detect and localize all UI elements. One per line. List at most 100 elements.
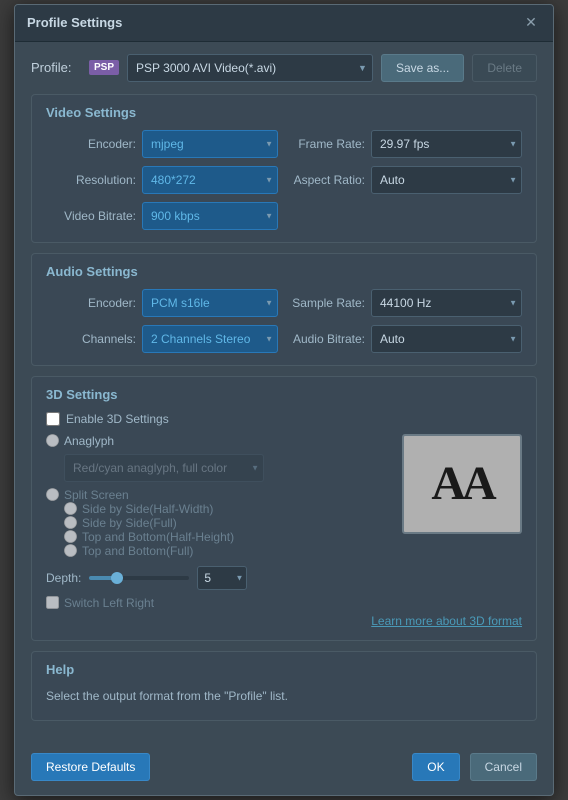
enable-3d-label[interactable]: Enable 3D Settings: [66, 412, 169, 426]
restore-defaults-button[interactable]: Restore Defaults: [31, 753, 150, 781]
side-by-side-half-label[interactable]: Side by Side(Half-Width): [82, 502, 213, 516]
audio-encoder-label: Encoder:: [46, 296, 136, 310]
profile-select[interactable]: PSP 3000 AVI Video(*.avi): [127, 54, 373, 82]
video-settings-grid: Encoder: mjpeg Frame Rate: 29.97 fps: [46, 130, 522, 230]
title-bar: Profile Settings ✕: [15, 5, 553, 42]
video-bitrate-select[interactable]: 900 kbps: [142, 202, 278, 230]
profile-badge: PSP: [89, 60, 119, 75]
split-screen-label[interactable]: Split Screen: [64, 488, 129, 502]
side-by-side-half-radio[interactable]: [64, 502, 77, 515]
3d-left-panel: Anaglyph Red/cyan anaglyph, full color S…: [46, 434, 390, 610]
top-bottom-half-label[interactable]: Top and Bottom(Half-Height): [82, 530, 234, 544]
preview-text: AA: [431, 456, 492, 511]
resolution-select-wrapper: 480*272: [142, 166, 278, 194]
cancel-button[interactable]: Cancel: [470, 753, 537, 781]
depth-input-wrapper: [197, 566, 247, 590]
learn-more-link[interactable]: Learn more about 3D format: [371, 614, 522, 628]
depth-slider[interactable]: [89, 576, 189, 580]
side-by-side-full-label[interactable]: Side by Side(Full): [82, 516, 177, 530]
anaglyph-label[interactable]: Anaglyph: [64, 434, 114, 448]
help-section: Help Select the output format from the "…: [31, 651, 537, 721]
split-screen-options: Side by Side(Half-Width) Side by Side(Fu…: [46, 502, 390, 558]
depth-input[interactable]: [197, 566, 247, 590]
anaglyph-radio-row: Anaglyph: [46, 434, 390, 448]
video-bitrate-select-wrapper: 900 kbps: [142, 202, 278, 230]
split-screen-radio[interactable]: [46, 488, 59, 501]
audio-section-title: Audio Settings: [46, 264, 522, 279]
top-bottom-full-label[interactable]: Top and Bottom(Full): [82, 544, 193, 558]
switch-left-right-checkbox[interactable]: [46, 596, 59, 609]
dialog-content: Profile: PSP PSP 3000 AVI Video(*.avi) S…: [15, 42, 553, 743]
anaglyph-select-wrapper: Red/cyan anaglyph, full color: [64, 454, 264, 482]
frame-rate-field: Frame Rate: 29.97 fps: [290, 130, 522, 158]
sample-rate-select-wrapper: 44100 Hz: [371, 289, 522, 317]
audio-encoder-select[interactable]: PCM s16le: [142, 289, 278, 317]
channels-label: Channels:: [46, 332, 136, 346]
video-bitrate-field: Video Bitrate: 900 kbps: [46, 202, 278, 230]
encoder-label: Encoder:: [46, 137, 136, 151]
aspect-ratio-select-wrapper: Auto: [371, 166, 522, 194]
3d-section-title: 3D Settings: [46, 387, 522, 402]
anaglyph-select-row: Red/cyan anaglyph, full color: [46, 454, 390, 482]
enable-3d-row: Enable 3D Settings: [46, 412, 522, 426]
aspect-ratio-field: Aspect Ratio: Auto: [290, 166, 522, 194]
bottom-bar: Restore Defaults OK Cancel: [15, 743, 553, 795]
help-text: Select the output format from the "Profi…: [46, 687, 522, 706]
close-button[interactable]: ✕: [521, 13, 541, 33]
learn-more-row: Learn more about 3D format: [46, 614, 522, 628]
3d-settings-section: 3D Settings Enable 3D Settings Anaglyph: [31, 376, 537, 641]
sample-rate-select[interactable]: 44100 Hz: [371, 289, 522, 317]
aspect-ratio-select[interactable]: Auto: [371, 166, 522, 194]
audio-settings-section: Audio Settings Encoder: PCM s16le Sample…: [31, 253, 537, 366]
top-bottom-half-radio[interactable]: [64, 530, 77, 543]
encoder-select-wrapper: mjpeg: [142, 130, 278, 158]
sample-rate-field: Sample Rate: 44100 Hz: [290, 289, 522, 317]
audio-bitrate-select-wrapper: Auto: [371, 325, 522, 353]
switch-left-right-row: Switch Left Right: [46, 596, 390, 610]
top-bottom-full-row: Top and Bottom(Full): [64, 544, 390, 558]
profile-label: Profile:: [31, 60, 81, 75]
channels-field: Channels: 2 Channels Stereo: [46, 325, 278, 353]
top-bottom-half-row: Top and Bottom(Half-Height): [64, 530, 390, 544]
help-section-title: Help: [46, 662, 522, 677]
sample-rate-label: Sample Rate:: [290, 296, 365, 310]
enable-3d-checkbox[interactable]: [46, 412, 60, 426]
depth-label: Depth:: [46, 571, 81, 585]
ok-button[interactable]: OK: [412, 753, 459, 781]
video-bitrate-label: Video Bitrate:: [46, 209, 136, 223]
audio-settings-grid: Encoder: PCM s16le Sample Rate: 44100 Hz: [46, 289, 522, 353]
frame-rate-label: Frame Rate:: [290, 137, 365, 151]
delete-button[interactable]: Delete: [472, 54, 537, 82]
switch-left-right-label[interactable]: Switch Left Right: [64, 596, 154, 610]
3d-preview-box: AA: [402, 434, 522, 534]
aspect-ratio-label: Aspect Ratio:: [290, 173, 365, 187]
top-bottom-full-radio[interactable]: [64, 544, 77, 557]
frame-rate-select-wrapper: 29.97 fps: [371, 130, 522, 158]
channels-select-wrapper: 2 Channels Stereo: [142, 325, 278, 353]
side-by-side-half-row: Side by Side(Half-Width): [64, 502, 390, 516]
side-by-side-full-row: Side by Side(Full): [64, 516, 390, 530]
resolution-label: Resolution:: [46, 173, 136, 187]
audio-encoder-field: Encoder: PCM s16le: [46, 289, 278, 317]
audio-bitrate-select[interactable]: Auto: [371, 325, 522, 353]
frame-rate-select[interactable]: 29.97 fps: [371, 130, 522, 158]
3d-layout: Anaglyph Red/cyan anaglyph, full color S…: [46, 434, 522, 610]
side-by-side-full-radio[interactable]: [64, 516, 77, 529]
profile-row: Profile: PSP PSP 3000 AVI Video(*.avi) S…: [31, 54, 537, 82]
audio-encoder-select-wrapper: PCM s16le: [142, 289, 278, 317]
dialog-title: Profile Settings: [27, 15, 122, 30]
anaglyph-select[interactable]: Red/cyan anaglyph, full color: [64, 454, 264, 482]
video-section-title: Video Settings: [46, 105, 522, 120]
slider-thumb: [111, 572, 123, 584]
anaglyph-radio[interactable]: [46, 434, 59, 447]
channels-select[interactable]: 2 Channels Stereo: [142, 325, 278, 353]
split-screen-radio-row: Split Screen: [46, 488, 390, 502]
encoder-select[interactable]: mjpeg: [142, 130, 278, 158]
video-settings-section: Video Settings Encoder: mjpeg Frame Rate…: [31, 94, 537, 243]
resolution-select[interactable]: 480*272: [142, 166, 278, 194]
save-as-button[interactable]: Save as...: [381, 54, 464, 82]
depth-row: Depth:: [46, 566, 390, 590]
audio-bitrate-label: Audio Bitrate:: [290, 332, 365, 346]
audio-bitrate-field: Audio Bitrate: Auto: [290, 325, 522, 353]
bottom-right-buttons: OK Cancel: [412, 753, 537, 781]
